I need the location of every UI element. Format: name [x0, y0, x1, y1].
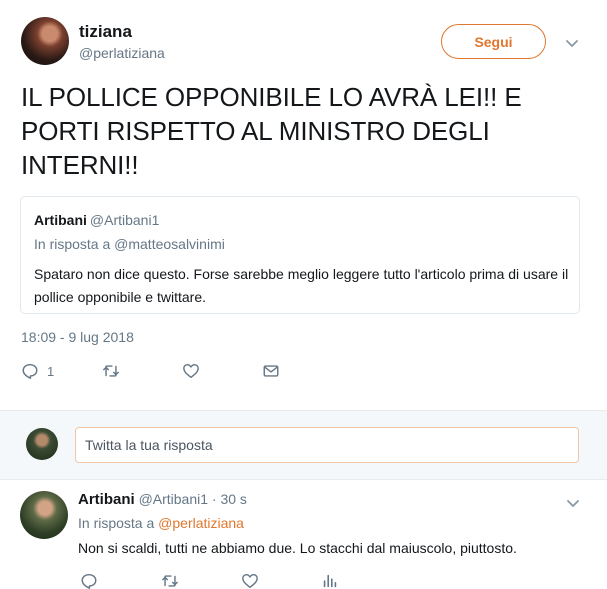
quoted-author: Artibani @Artibani1 [34, 212, 159, 228]
like-button[interactable] [241, 571, 259, 589]
message-icon [263, 365, 279, 377]
analytics-icon [323, 574, 337, 588]
reply-composer: Twitta la tua risposta [0, 410, 607, 480]
quoted-text: Spataro non dice questo. Forse sarebbe m… [34, 266, 569, 305]
quoted-tweet[interactable]: Artibani @Artibani1 In risposta a @matteo… [20, 196, 580, 314]
chevron-down-icon[interactable] [565, 495, 581, 511]
tweet-timestamp[interactable]: 18:09 - 9 lug 2018 [21, 329, 134, 345]
reply-tweet[interactable]: Artibani @Artibani1 · 30 s In risposta a… [0, 481, 607, 589]
reply-author-handle[interactable]: @Artibani1 [139, 491, 208, 507]
retweet-icon [103, 365, 119, 377]
chevron-down-icon[interactable] [564, 35, 580, 51]
reply-header: Artibani @Artibani1 · 30 s [78, 491, 247, 508]
message-button[interactable] [262, 361, 280, 381]
follow-button[interactable]: Segui [441, 24, 546, 59]
quoted-handle: @Artibani1 [89, 212, 160, 228]
current-user-avatar [26, 428, 58, 460]
reply-time[interactable]: · 30 s [212, 491, 247, 507]
reply-actions [80, 571, 380, 589]
reply-mention-link[interactable]: @perlatiziana [158, 515, 244, 531]
avatar[interactable] [21, 17, 69, 65]
like-icon [242, 573, 258, 589]
retweet-button[interactable] [161, 571, 179, 589]
reply-context: In risposta a @perlatiziana [78, 515, 244, 531]
reply-button[interactable] [80, 571, 98, 589]
reply-context-prefix: In risposta a [78, 515, 159, 531]
display-name[interactable]: tiziana [79, 22, 132, 42]
reply-count: 1 [47, 363, 55, 379]
tweet-text: IL POLLICE OPPONIBILE LO AVRÀ LEI!! E PO… [21, 82, 522, 180]
avatar[interactable] [20, 491, 68, 539]
reply-icon [22, 363, 38, 379]
retweet-button[interactable] [102, 361, 120, 381]
tweet-actions: 1 [21, 361, 421, 383]
like-button[interactable] [182, 361, 200, 381]
main-tweet: tiziana @perlatiziana Segui IL POLLICE O… [0, 0, 607, 410]
retweet-icon [162, 575, 178, 587]
reply-author-name[interactable]: Artibani [78, 491, 135, 508]
reply-input[interactable]: Twitta la tua risposta [75, 427, 579, 463]
reply-button[interactable]: 1 [21, 361, 54, 381]
like-icon [183, 363, 199, 379]
quoted-reply-context: In risposta a @matteosalvinimi [34, 236, 225, 252]
reply-icon [81, 573, 97, 589]
handle[interactable]: @perlatiziana [79, 45, 165, 61]
reply-text: Non si scaldi, tutti ne abbiamo due. Lo … [78, 540, 517, 556]
analytics-button[interactable] [321, 571, 339, 589]
quoted-name: Artibani [34, 212, 87, 228]
